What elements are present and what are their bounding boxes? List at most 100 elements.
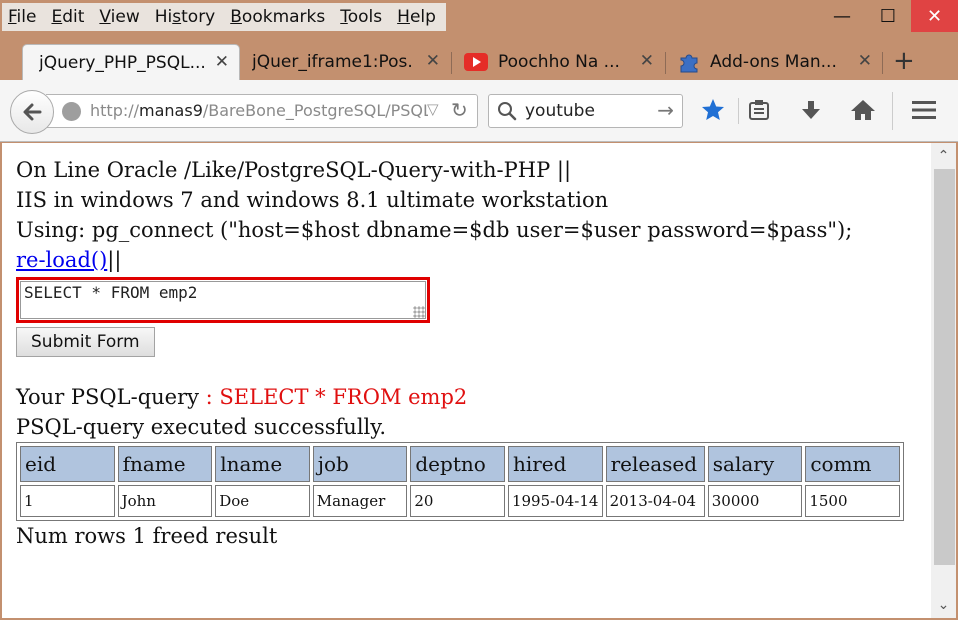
url-text[interactable]: http://manas9/BareBone_PostgreSQL/PSQL: [90, 101, 428, 120]
page-heading-line: On Line Oracle /Like/PostgreSQL-Query-wi…: [16, 158, 572, 182]
column-header: hired: [507, 446, 603, 482]
menu-tools-label: ools: [347, 7, 383, 27]
menu-tools-accel: T: [340, 7, 348, 27]
search-bar[interactable]: youtube →: [488, 94, 683, 128]
table-header-row: eid fname lname job deptno hired release…: [20, 446, 900, 482]
tab-add-ons-manager[interactable]: Add-ons Man... ✕: [666, 44, 882, 80]
menu-file[interactable]: File: [8, 7, 36, 27]
table-cell: 20: [410, 485, 505, 517]
search-icon: [498, 102, 517, 121]
query-textarea[interactable]: SELECT * FROM emp2: [20, 281, 426, 319]
menu-help-accel: H: [397, 7, 410, 27]
reload-line: re-load()||: [16, 245, 916, 275]
menu-tools[interactable]: Tools: [340, 7, 382, 27]
maximize-button[interactable]: ☐: [865, 0, 911, 32]
menu-edit[interactable]: Edit: [51, 7, 84, 27]
vertical-scrollbar[interactable]: ⌃ ⌄: [931, 143, 956, 618]
tab-close-icon[interactable]: ✕: [640, 51, 654, 71]
menu-icon[interactable]: [909, 94, 939, 126]
table-cell: John: [117, 485, 213, 517]
puzzle-icon: [680, 54, 698, 73]
page-subtitle-line: IIS in windows 7 and windows 8.1 ultimat…: [16, 188, 609, 212]
query-result-line: Your PSQL-query : SELECT * FROM emp2: [16, 382, 916, 412]
column-header: eid: [20, 446, 115, 482]
scroll-thumb[interactable]: [934, 169, 955, 565]
tab-close-icon[interactable]: ✕: [215, 52, 229, 72]
table-cell: 2013-04-04: [605, 485, 705, 517]
query-box-highlight: SELECT * FROM emp2: [16, 277, 430, 323]
scroll-up-icon[interactable]: ⌃: [931, 143, 956, 169]
tab-separator: [882, 52, 883, 74]
close-window-button[interactable]: ✕: [911, 0, 958, 32]
toolbar-separator: [738, 98, 739, 124]
menu-items: File Edit View History Bookmarks Tools H…: [2, 3, 446, 31]
home-icon[interactable]: [848, 94, 878, 126]
toolbar-separator: [892, 92, 893, 130]
tab-label: jQuery_PHP_PSQL...: [39, 52, 204, 73]
menu-help-label: elp: [409, 7, 436, 27]
tab-label: Poochho Na ...: [498, 52, 620, 72]
menu-bar: File Edit View History Bookmarks Tools H…: [0, 0, 958, 34]
status-message: PSQL-query executed successfully.: [16, 415, 387, 439]
tab-bar: jQuery_PHP_PSQL... ✕ jQuer_iframe1:Pos..…: [0, 36, 958, 80]
menu-view-accel: V: [99, 7, 111, 27]
new-tab-button[interactable]: +: [893, 46, 915, 76]
tab-jquery-php-psql[interactable]: jQuery_PHP_PSQL... ✕: [22, 44, 240, 80]
url-bar[interactable]: http://manas9/BareBone_PostgreSQL/PSQL ▽…: [46, 94, 478, 128]
reload-icon[interactable]: ↻: [451, 98, 468, 122]
bookmark-star-icon[interactable]: [698, 94, 728, 126]
column-header: lname: [215, 446, 310, 482]
window-controls: — ☐ ✕: [819, 0, 958, 32]
table-cell: 1: [20, 485, 115, 517]
url-host: manas9: [139, 101, 203, 120]
table-cell: 30000: [707, 485, 803, 517]
scroll-down-icon[interactable]: ⌄: [931, 592, 956, 618]
globe-icon: [62, 102, 81, 121]
tab-close-icon[interactable]: ✕: [426, 51, 440, 71]
menu-view[interactable]: View: [99, 7, 139, 27]
navigation-toolbar: http://manas9/BareBone_PostgreSQL/PSQL ▽…: [0, 80, 958, 142]
table-cell: 1500: [805, 485, 900, 517]
column-header: salary: [707, 446, 803, 482]
footer-status: Num rows 1 freed result: [16, 524, 278, 548]
go-arrow-icon[interactable]: →: [657, 98, 674, 122]
reading-list-icon[interactable]: [744, 94, 774, 126]
submit-form-button[interactable]: Submit Form: [16, 327, 155, 357]
menu-file-accel: F: [8, 7, 17, 27]
menu-file-label: ile: [16, 7, 37, 27]
table-row: 1 John Doe Manager 20 1995-04-14 2013-04…: [20, 485, 900, 517]
column-header: deptno: [410, 446, 505, 482]
result-query: : SELECT * FROM emp2: [199, 385, 468, 409]
url-path: /BareBone_PostgreSQL/PSQL: [202, 101, 428, 120]
menu-bookmarks-label: ookmarks: [241, 7, 326, 27]
reload-link[interactable]: re-load(): [16, 248, 107, 272]
connection-info-line: Using: pg_connect ("host=$host dbname=$d…: [16, 218, 853, 242]
tab-youtube[interactable]: Poochho Na ... ✕: [452, 44, 664, 80]
download-icon[interactable]: [796, 94, 826, 126]
menu-edit-accel: E: [51, 7, 63, 27]
back-button[interactable]: [10, 90, 54, 134]
menu-history[interactable]: History: [155, 7, 216, 27]
menu-view-label: iew: [110, 7, 140, 27]
menu-history-label: History: [154, 7, 216, 27]
column-header: released: [605, 446, 705, 482]
menu-help[interactable]: Help: [397, 7, 436, 27]
column-header: fname: [117, 446, 213, 482]
tab-jquer-iframe[interactable]: jQuer_iframe1:Pos... ✕: [240, 44, 450, 80]
url-scheme: http://: [90, 101, 140, 120]
youtube-icon: [464, 53, 488, 71]
result-prefix: Your PSQL-query: [16, 385, 199, 409]
menu-edit-label: dit: [62, 7, 85, 27]
menu-bookmarks-accel: B: [230, 7, 242, 27]
dropdown-icon[interactable]: ▽: [427, 100, 439, 118]
search-input[interactable]: youtube: [525, 101, 595, 121]
resize-grip-icon[interactable]: [413, 306, 425, 318]
table-cell: Manager: [312, 485, 408, 517]
tab-close-icon[interactable]: ✕: [858, 51, 872, 71]
page-body: On Line Oracle /Like/PostgreSQL-Query-wi…: [16, 155, 916, 551]
tab-label: jQuer_iframe1:Pos...: [252, 52, 412, 72]
minimize-button[interactable]: —: [819, 0, 865, 32]
menu-bookmarks[interactable]: Bookmarks: [230, 7, 325, 27]
table-cell: 1995-04-14: [507, 485, 603, 517]
back-icon: [23, 103, 42, 121]
